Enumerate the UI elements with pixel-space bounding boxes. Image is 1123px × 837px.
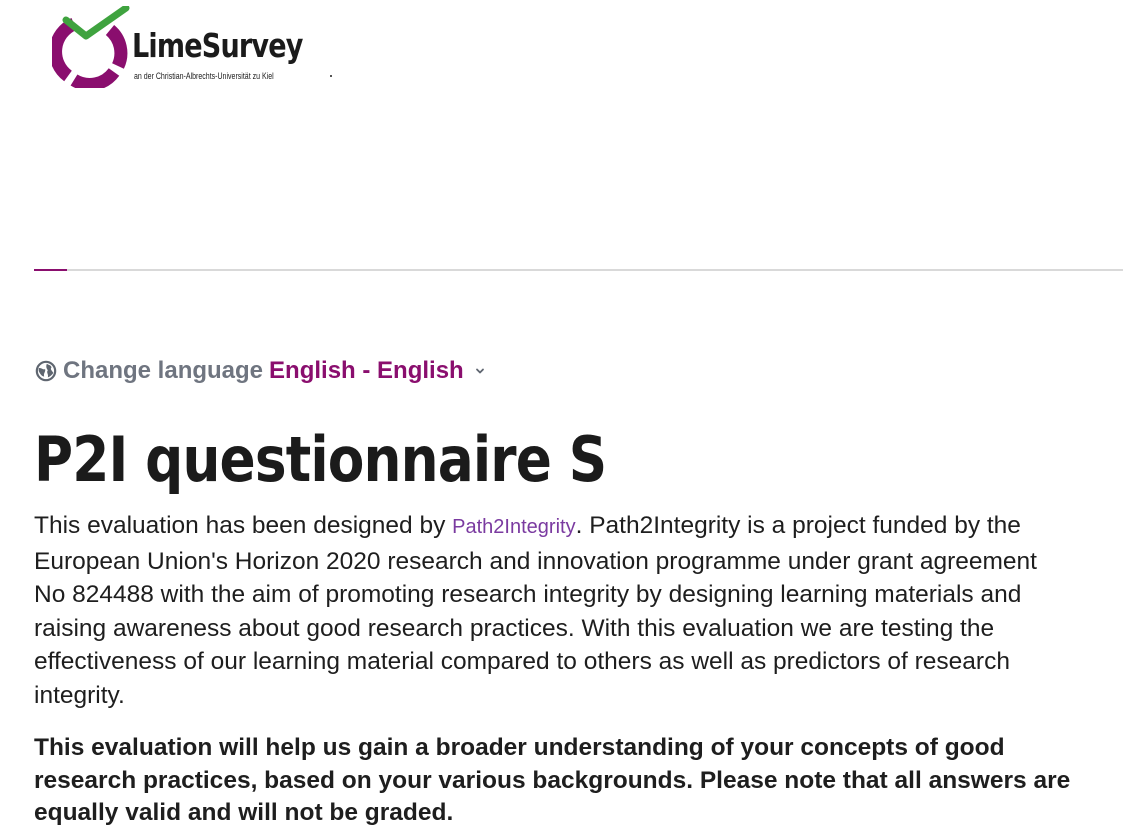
description-text-end: . Path2Integrity is a project funded by … (34, 512, 1037, 709)
limesurvey-logo[interactable]: LimeSurvey an der Christian-Albrechts-Un… (52, 6, 332, 88)
path2integrity-link[interactable]: Path2Integrity (452, 516, 575, 538)
limesurvey-logo-icon (52, 6, 130, 88)
logo-dot (330, 75, 332, 77)
chevron-down-icon[interactable] (474, 365, 486, 377)
language-selector[interactable]: Change language English - English (35, 355, 486, 387)
survey-title: P2I questionnaire S (34, 423, 607, 496)
survey-highlight-text: This evaluation will help us gain a broa… (34, 734, 1071, 826)
survey-description: This evaluation has been designed by Pat… (34, 509, 1074, 712)
globe-icon (35, 360, 57, 382)
change-language-label: Change language (63, 357, 264, 384)
progress-bar (34, 269, 1123, 271)
selected-language[interactable]: English - English (269, 357, 464, 385)
logo-title: LimeSurvey (132, 26, 303, 65)
progress-fill (34, 269, 67, 271)
logo-subtitle: an der Christian-Albrechts-Universität z… (134, 71, 274, 81)
description-text-start: This evaluation has been designed by (34, 512, 453, 539)
survey-page: LimeSurvey an der Christian-Albrechts-Un… (0, 0, 1123, 837)
